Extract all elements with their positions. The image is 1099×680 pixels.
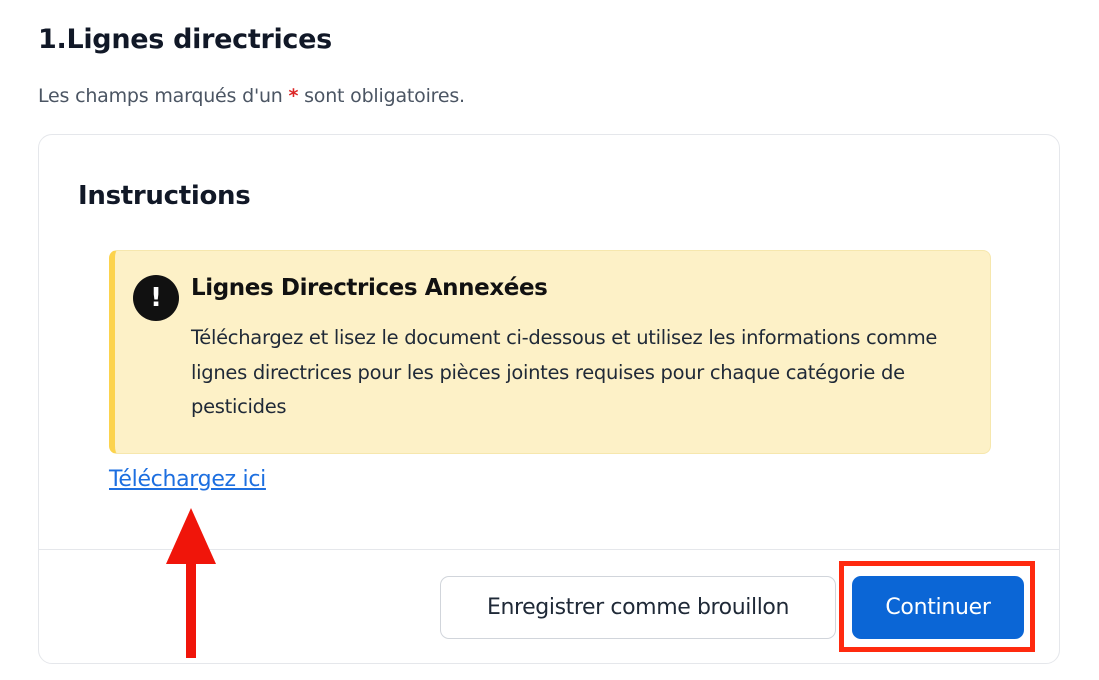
- save-draft-button[interactable]: Enregistrer comme brouillon: [440, 576, 836, 639]
- download-link[interactable]: Téléchargez ici: [109, 467, 266, 492]
- alert-title: Lignes Directrices Annexées: [191, 275, 548, 301]
- required-note-prefix: Les champs marqués d'un: [38, 85, 289, 107]
- card-title: Instructions: [78, 181, 251, 211]
- card-divider: [39, 549, 1059, 550]
- required-fields-note: Les champs marqués d'un * sont obligatoi…: [38, 85, 465, 107]
- page: 1.Lignes directrices Les champs marqués …: [0, 0, 1099, 680]
- required-note-suffix: sont obligatoires.: [298, 85, 465, 107]
- instructions-card: Instructions ! Lignes Directrices Annexé…: [38, 134, 1060, 664]
- alert-body: Téléchargez et lisez le document ci-dess…: [191, 326, 938, 418]
- required-asterisk: *: [288, 85, 299, 107]
- guidelines-alert: ! Lignes Directrices Annexées Télécharge…: [109, 250, 991, 454]
- exclamation-icon: !: [133, 275, 179, 321]
- section-title: 1.Lignes directrices: [38, 24, 332, 55]
- continue-button[interactable]: Continuer: [852, 576, 1024, 639]
